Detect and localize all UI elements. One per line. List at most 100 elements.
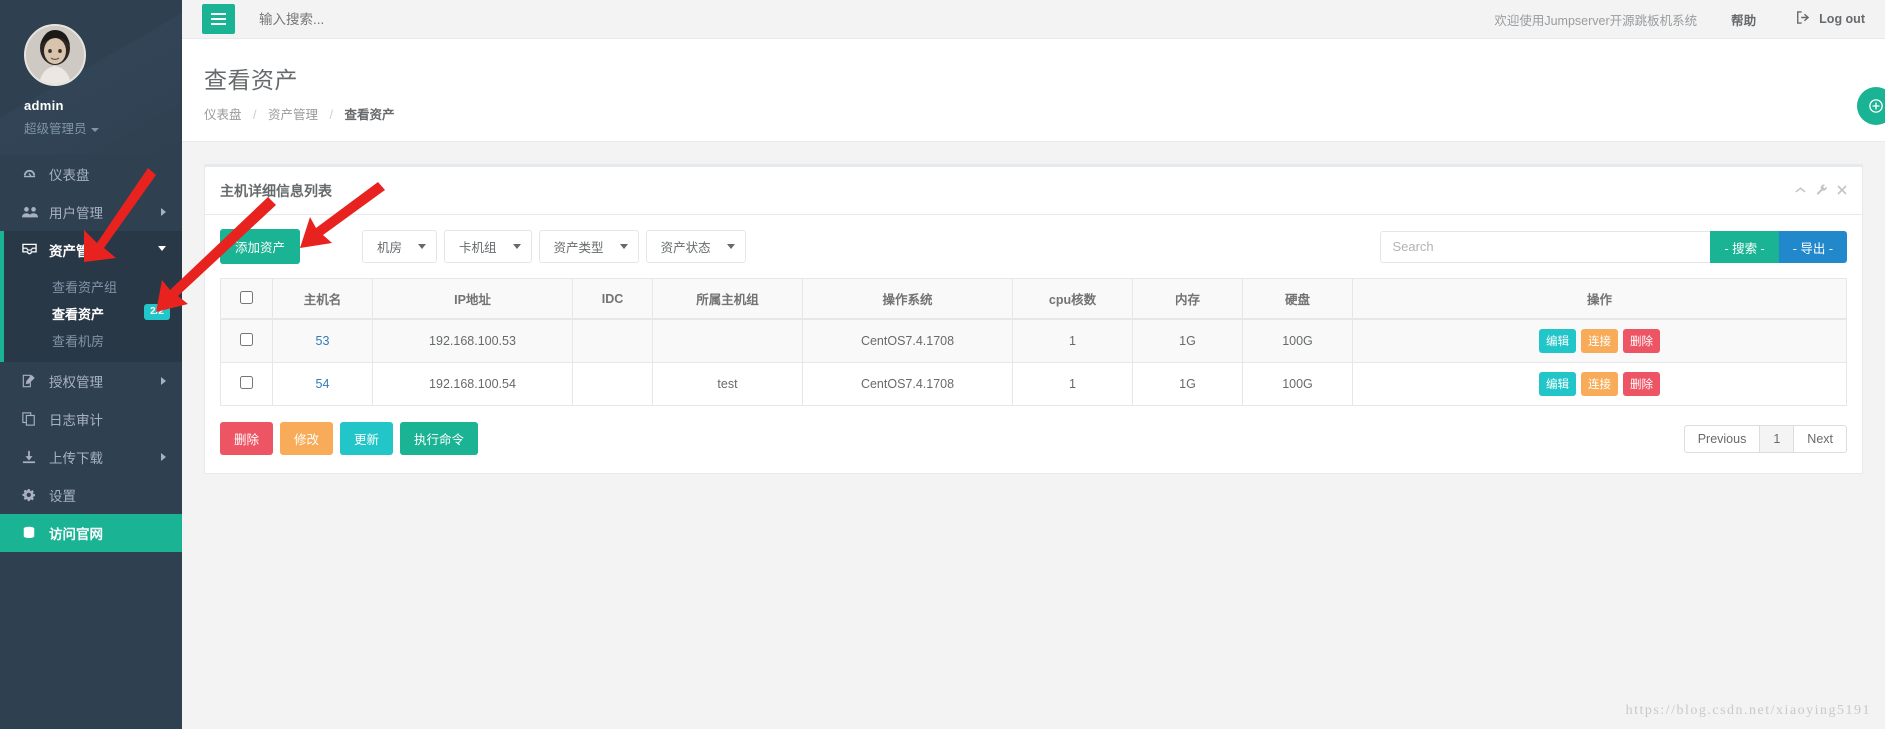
select-all-checkbox[interactable] [240,290,253,304]
hostname-link[interactable]: 54 [316,377,330,391]
sidebar-item-official-site[interactable]: 访问官网 [0,514,182,552]
sidebar-item-log-audit[interactable]: 日志审计 [0,400,182,438]
table-header-row: 主机名 IP地址 IDC 所属主机组 操作系统 cpu核数 内存 硬盘 操作 [220,278,1847,320]
page-title: 查看资产 [204,67,298,93]
bulk-modify-button[interactable]: 修改 [280,422,334,455]
page-content: 主机详细信息列表 添加资产 机房 卡机组 资产类型 资产状态 Search - … [182,142,1885,474]
sidebar-item-upload-download[interactable]: 上传下载 [0,438,182,476]
help-link[interactable]: 帮助 [1731,10,1756,29]
sidebar-subitem-label: 查看资产组 [52,280,118,295]
filter-group: 机房 卡机组 资产类型 资产状态 [362,230,746,263]
filter-label: 卡机组 [459,241,497,255]
sidebar-item-user-management[interactable]: 用户管理 [0,193,182,231]
sidebar-item-dashboard[interactable]: 仪表盘 [0,155,182,193]
sidebar-item-view-asset-group[interactable]: 查看资产组 [0,273,182,300]
hamburger-icon[interactable] [202,4,235,34]
delete-button[interactable]: 删除 [1623,329,1660,353]
chevron-down-icon [619,244,628,249]
chevron-down-icon [512,244,521,249]
edit-button[interactable]: 编辑 [1539,372,1576,396]
column-ip: IP地址 [372,278,573,320]
search-input[interactable] [259,11,559,27]
breadcrumb-item-dashboard[interactable]: 仪表盘 [204,108,242,122]
users-icon [22,205,40,219]
execute-command-button[interactable]: 执行命令 [400,422,479,455]
sidebar-item-asset-management[interactable]: 资产管理 [0,231,182,269]
edit-square-icon [22,374,40,388]
collapse-icon[interactable] [1795,184,1806,198]
pagination-next[interactable]: Next [1793,424,1847,453]
box-icon [22,243,40,257]
status-badge: 2/2 [144,304,170,320]
close-icon[interactable] [1837,184,1847,198]
sidebar-item-permission-management[interactable]: 授权管理 [0,362,182,400]
delete-button[interactable]: 删除 [1623,372,1660,396]
edit-button[interactable]: 编辑 [1539,329,1576,353]
cell-memory: 1G [1132,362,1243,406]
wrench-icon[interactable] [1816,184,1827,198]
sidebar-item-view-idc[interactable]: 查看机房 [0,327,182,354]
sidebar-item-label: 仪表盘 [49,168,90,183]
breadcrumb-item-asset-management[interactable]: 资产管理 [268,108,318,122]
cell-group: test [652,362,803,406]
sidebar-profile[interactable]: admin 超级管理员 [0,0,182,155]
pagination: Previous 1 Next [1683,424,1847,453]
table-search-input[interactable] [1380,230,1711,263]
filter-label: 资产状态 [660,241,711,255]
bulk-update-button[interactable]: 更新 [340,422,394,455]
sidebar-item-view-asset[interactable]: 查看资产 2/2 [0,300,182,327]
profile-role[interactable]: 超级管理员 [24,118,182,137]
column-cpu: cpu核数 [1012,278,1133,320]
pagination-previous[interactable]: Previous [1683,424,1761,453]
row-checkbox[interactable] [240,376,253,389]
sidebar-item-settings[interactable]: 设置 [0,476,182,514]
connect-button[interactable]: 连接 [1581,372,1618,396]
filter-host-group[interactable]: 卡机组 [444,230,532,263]
top-right-actions: 欢迎使用Jumpserver开源跳板机系统 帮助 Log out [1494,10,1885,29]
cell-actions: 编辑 连接 删除 [1352,318,1847,363]
pagination-page-1[interactable]: 1 [1759,424,1795,453]
row-select-cell [220,318,273,363]
sidebar-item-label: 授权管理 [49,375,103,390]
row-checkbox[interactable] [240,333,253,346]
filter-label: 资产类型 [553,241,604,255]
chevron-down-icon [90,127,99,132]
logout-link[interactable]: Log out [1796,11,1865,27]
avatar[interactable] [24,24,86,86]
cell-disk: 100G [1242,362,1353,406]
panel-body: 添加资产 机房 卡机组 资产类型 资产状态 Search - 搜索 - - 导出… [205,215,1862,473]
sidebar-item-label: 用户管理 [49,206,103,221]
connect-button[interactable]: 连接 [1581,329,1618,353]
cell-memory: 1G [1132,318,1243,363]
breadcrumb-separator: / [329,108,333,122]
table-row: 53 192.168.100.53 CentOS7.4.1708 1 1G 10… [220,318,1847,363]
search-button[interactable]: - 搜索 - [1710,230,1779,263]
cell-os: CentOS7.4.1708 [802,318,1013,363]
floating-action-button[interactable] [1857,87,1885,125]
export-button[interactable]: - 导出 - [1778,230,1847,263]
filter-asset-type[interactable]: 资产类型 [538,230,639,263]
profile-username: admin [24,98,64,113]
filter-idc[interactable]: 机房 [362,230,438,263]
sidebar-item-label: 访问官网 [49,527,103,542]
table-footer: 删除 修改 更新 执行命令 Previous 1 Next [220,422,1847,455]
column-idc: IDC [572,278,653,320]
chevron-right-icon [161,208,166,216]
add-asset-button[interactable]: 添加资产 [220,229,301,264]
panel-title: 主机详细信息列表 [220,183,332,199]
cell-idc [572,318,653,363]
sidebar-submenu: 查看资产组 查看资产 2/2 查看机房 [0,269,182,362]
column-hostname: 主机名 [272,278,373,320]
asset-table: 主机名 IP地址 IDC 所属主机组 操作系统 cpu核数 内存 硬盘 操作 5… [220,278,1847,406]
sidebar-submenu-container: 查看资产组 查看资产 2/2 查看机房 [0,269,182,362]
sidebar-item-label: 日志审计 [49,413,103,428]
bulk-delete-button[interactable]: 删除 [220,422,274,455]
watermark: https://blog.csdn.net/xiaoying5191 [1625,703,1871,718]
column-select-all [220,278,273,320]
hostname-link[interactable]: 53 [316,334,330,348]
column-disk: 硬盘 [1242,278,1353,320]
cell-ip: 192.168.100.54 [372,362,573,406]
filter-asset-status[interactable]: 资产状态 [645,230,746,263]
main-area: 欢迎使用Jumpserver开源跳板机系统 帮助 Log out 查看资产 仪表… [182,0,1885,729]
table-row: 54 192.168.100.54 test CentOS7.4.1708 1 … [220,362,1847,406]
